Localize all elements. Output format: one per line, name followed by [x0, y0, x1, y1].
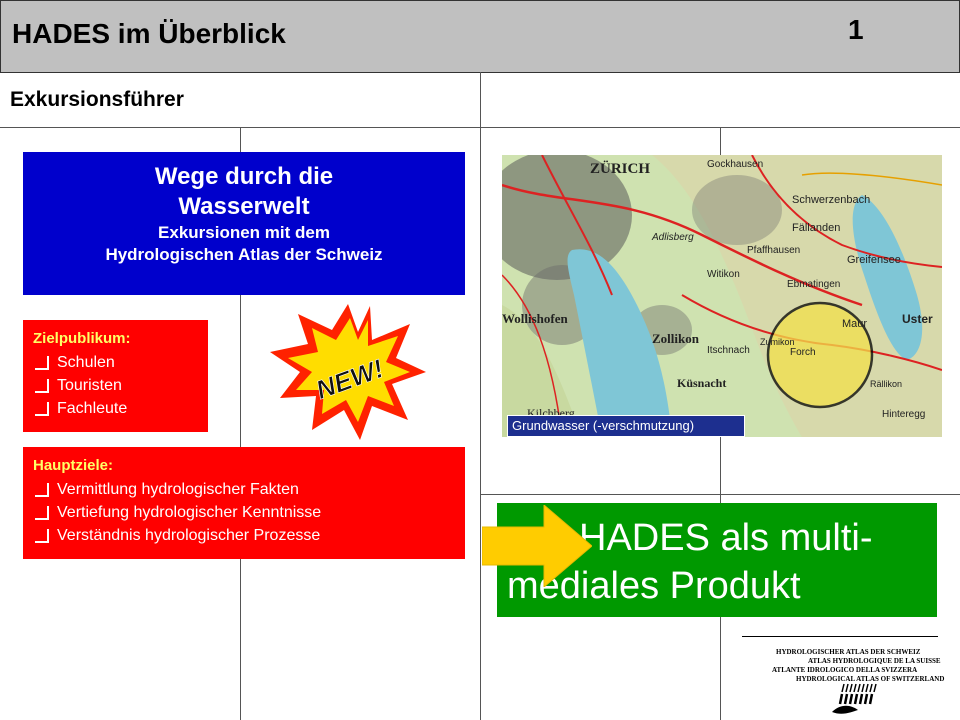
- check-icon: [35, 402, 49, 416]
- slide-title: HADES im Überblick: [12, 18, 286, 49]
- map-label: Küsnacht: [677, 376, 726, 390]
- product-title-line1: HADES als multi-: [579, 517, 873, 559]
- arrow-right-icon: [482, 505, 592, 587]
- goals-heading: Hauptziele:: [33, 457, 114, 474]
- logo-rule: [742, 636, 938, 637]
- list-item: Verständnis hydrologischer Prozesse: [35, 524, 465, 547]
- new-badge-starburst-icon: NEW!: [270, 304, 426, 440]
- logo-line: HYDROLOGISCHER ATLAS DER SCHWEIZ: [776, 648, 921, 656]
- check-icon: [35, 506, 49, 520]
- hydrological-atlas-logo: HYDROLOGISCHER ATLAS DER SCHWEIZ ATLAS H…: [742, 636, 944, 716]
- map-city-area: [692, 175, 782, 245]
- logo-line: ATLANTE IDROLOGICO DELLA SVIZZERA: [772, 666, 918, 674]
- list-item-label: Vermittlung hydrologischer Fakten: [57, 481, 299, 498]
- list-item-label: Vertiefung hydrologischer Kenntnisse: [57, 504, 322, 521]
- map-label: Forch: [790, 347, 816, 358]
- list-item: Fachleute: [35, 397, 208, 420]
- map-label: Adlisberg: [651, 232, 694, 243]
- map-caption: Grundwasser (-verschmutzung): [507, 415, 745, 437]
- map-label: Uster: [902, 312, 933, 326]
- map-label: Wollishofen: [502, 311, 569, 326]
- list-item: Schulen: [35, 351, 208, 374]
- map-graphic: ZÜRICH Gockhausen Schwerzenbach Fällande…: [502, 155, 942, 437]
- map-label: Pfaffhausen: [747, 245, 800, 256]
- intro-title-line1: Wege durch die: [154, 163, 334, 190]
- intro-subtitle-line2: Hydrologischen Atlas der Schweiz: [105, 245, 383, 264]
- grid-line: [480, 494, 960, 495]
- check-icon: [35, 529, 49, 543]
- list-item-label: Schulen: [57, 354, 115, 371]
- check-icon: [35, 483, 49, 497]
- intro-box: Wege durch die Wasserwelt Exkursionen mi…: [23, 152, 465, 295]
- map-label: Rällikon: [870, 379, 902, 389]
- list-item: Vertiefung hydrologischer Kenntnisse: [35, 501, 465, 524]
- goals-box: Hauptziele: Vermittlung hydrologischer F…: [23, 447, 465, 559]
- map-label: Ebmatingen: [787, 279, 840, 290]
- map-label: Schwerzenbach: [792, 194, 870, 206]
- check-icon: [35, 379, 49, 393]
- section-title: Exkursionsführer: [10, 88, 184, 111]
- map-label: Maur: [842, 318, 867, 330]
- audience-box: Zielpublikum: Schulen Touristen Fachleut…: [23, 320, 208, 432]
- map-label: Itschnach: [707, 345, 750, 356]
- list-item-label: Touristen: [57, 377, 122, 394]
- map-label: Zumikon: [760, 337, 795, 347]
- intro-title-line2: Wasserwelt: [178, 193, 310, 220]
- groundwater-map: ZÜRICH Gockhausen Schwerzenbach Fällande…: [502, 155, 942, 437]
- map-label: ZÜRICH: [590, 160, 650, 177]
- map-label: Greifensee: [847, 254, 901, 266]
- arrow-shape: [482, 505, 592, 587]
- check-icon: [35, 356, 49, 370]
- map-label: Fällanden: [792, 222, 840, 234]
- audience-heading: Zielpublikum:: [33, 330, 131, 347]
- list-item: Vermittlung hydrologischer Fakten: [35, 478, 465, 501]
- map-label: Witikon: [707, 269, 740, 280]
- map-label: Gockhausen: [707, 159, 763, 170]
- list-item-label: Fachleute: [57, 400, 128, 417]
- list-item-label: Verständnis hydrologischer Prozesse: [57, 527, 321, 544]
- grid-line: [480, 72, 481, 720]
- map-label: Zollikon: [652, 331, 700, 346]
- slide-number: 1: [848, 14, 864, 45]
- atlas-emblem-icon: [832, 683, 877, 714]
- list-item: Touristen: [35, 374, 208, 397]
- map-label: Hinteregg: [882, 409, 925, 420]
- logo-line: ATLAS HYDROLOGIQUE DE LA SUISSE: [808, 657, 941, 665]
- intro-subtitle-line1: Exkursionen mit dem: [158, 223, 330, 242]
